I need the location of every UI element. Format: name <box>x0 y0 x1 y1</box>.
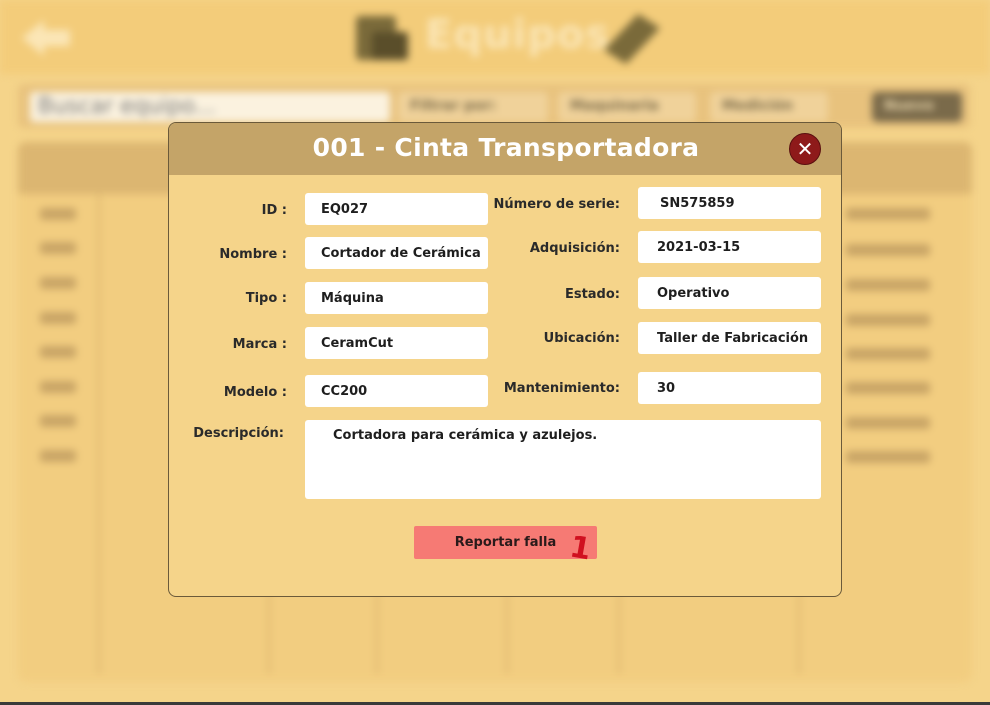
adquisicion-field[interactable]: 2021-03-15 <box>638 231 821 263</box>
close-button[interactable]: ✕ <box>789 133 821 165</box>
ubicacion-label: Ubicación: <box>543 331 620 346</box>
table-row[interactable] <box>40 312 76 324</box>
estado-field[interactable]: Operativo <box>638 277 821 309</box>
app-title: Equipos <box>425 12 611 58</box>
mantenimiento-field[interactable]: 30 <box>638 372 821 404</box>
id-field[interactable]: EQ027 <box>305 193 488 225</box>
nombre-label: Nombre : <box>219 247 287 262</box>
table-cell <box>846 348 930 360</box>
table-row[interactable] <box>40 450 76 462</box>
estado-label: Estado: <box>564 287 620 302</box>
table-cell <box>846 244 930 256</box>
new-equipment-button[interactable]: Nuevo <box>872 92 962 122</box>
table-cell <box>846 417 930 429</box>
step-annotation: 1 <box>567 529 594 568</box>
filter-medicion-chip[interactable]: Medición <box>710 92 828 122</box>
adquisicion-label: Adquisición: <box>529 241 620 256</box>
numero-serie-label: Número de serie: <box>493 197 620 212</box>
table-row[interactable] <box>40 381 76 393</box>
tag-icon <box>604 14 660 64</box>
descripcion-textarea[interactable]: Cortadora para cerámica y azulejos. <box>305 420 821 499</box>
id-label: ID : <box>261 203 287 218</box>
column-divider <box>98 194 100 674</box>
ubicacion-field[interactable]: Taller de Fabricación <box>638 322 821 354</box>
table-cell <box>846 451 930 463</box>
filter-label: Filtrar por: <box>398 92 548 122</box>
marca-field[interactable]: CeramCut <box>305 327 488 359</box>
table-cell <box>846 279 930 291</box>
tipo-label: Tipo : <box>245 291 287 306</box>
modelo-label: Modelo : <box>223 385 287 400</box>
table-row[interactable] <box>40 208 76 220</box>
equipment-detail-modal: 001 - Cinta Transportadora ✕ ID : EQ027 … <box>168 122 842 597</box>
modal-title: 001 - Cinta Transportadora <box>312 133 700 162</box>
back-arrow-icon[interactable] <box>20 18 72 58</box>
descripcion-label: Descripción: <box>193 426 284 441</box>
filter-maquinaria-chip[interactable]: Maquinaria <box>558 92 696 122</box>
nombre-field[interactable]: Cortador de Cerámica <box>305 237 488 269</box>
equipment-logo-icon <box>356 16 408 60</box>
modelo-field[interactable]: CC200 <box>305 375 488 407</box>
search-input[interactable]: Buscar equipo... <box>30 92 390 122</box>
table-cell <box>846 314 930 326</box>
mantenimiento-label: Mantenimiento: <box>503 381 620 396</box>
table-row[interactable] <box>40 346 76 358</box>
numero-serie-field[interactable]: SN575859 <box>638 187 821 219</box>
marca-label: Marca : <box>232 337 287 352</box>
table-row[interactable] <box>40 242 76 254</box>
tipo-field[interactable]: Máquina <box>305 282 488 314</box>
table-row[interactable] <box>40 415 76 427</box>
table-cell <box>846 208 930 220</box>
table-cell <box>846 382 930 394</box>
table-row[interactable] <box>40 277 76 289</box>
